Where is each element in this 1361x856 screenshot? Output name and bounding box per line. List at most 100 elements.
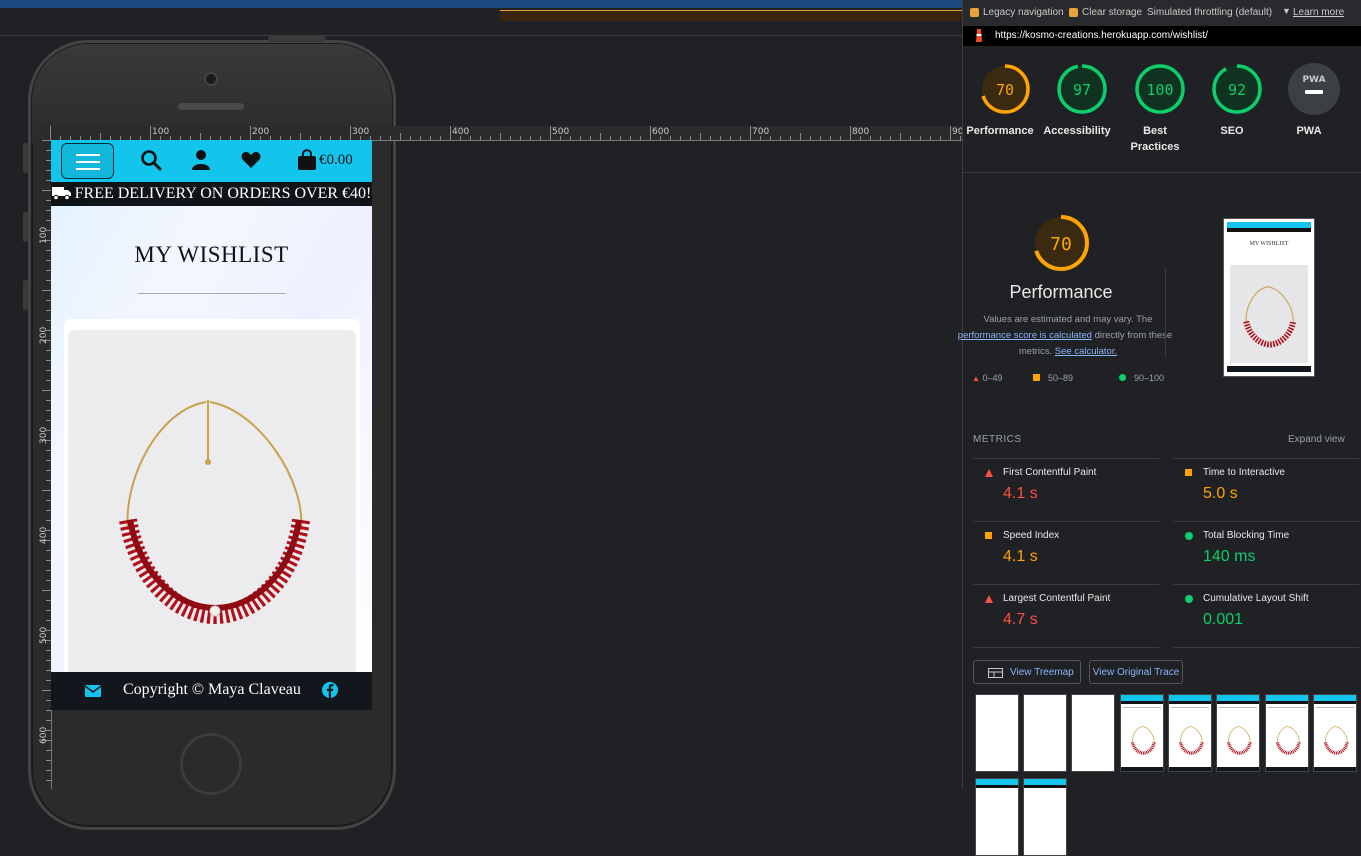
clear-storage-checkbox[interactable] (1069, 8, 1078, 17)
metric-label: Time to Interactive (1203, 467, 1285, 478)
ruler-label: 200 (252, 127, 270, 137)
see-calculator-link[interactable]: See calculator. (1055, 346, 1117, 357)
view-treemap-button[interactable]: View Treemap (973, 660, 1081, 684)
pass-icon (1185, 532, 1193, 540)
description-text: Values are estimated and may vary. The (983, 314, 1153, 325)
divider (0, 35, 962, 36)
metric-label: Cumulative Layout Shift (1203, 593, 1309, 604)
dropdown-icon[interactable]: ▼ (1282, 6, 1291, 16)
legend-label: 0–49 (982, 373, 1003, 383)
score-gauge-performance[interactable]: 70 Performance (964, 62, 1036, 139)
description-text: metrics. (1018, 346, 1053, 357)
performance-description: Values are estimated and may vary. The p… (958, 312, 1173, 360)
phone-power-button (268, 36, 326, 42)
ruler-label: 300 (39, 426, 49, 444)
score-gauge-accessibility[interactable]: 97 Accessibility (1041, 62, 1113, 139)
expand-view-toggle[interactable]: Expand view (1288, 434, 1345, 445)
score-gauge-seo[interactable]: 92 SEO (1196, 62, 1268, 139)
score-label: SEO (1220, 125, 1244, 137)
hamburger-line (76, 168, 100, 170)
score-value: 70 (995, 81, 1013, 99)
site-footer: Copyright © Maya Claveau (51, 672, 372, 710)
metric-cumulative-layout-shift: Cumulative Layout Shift 0.001 (1173, 585, 1359, 648)
facebook-icon[interactable] (322, 682, 338, 698)
metric-label: Speed Index (1003, 530, 1060, 541)
score-label: Accessibility (1043, 125, 1111, 137)
view-original-trace-button[interactable]: View Original Trace (1089, 660, 1183, 684)
metrics-header: METRICS (973, 434, 1022, 445)
score-label: Performance (966, 125, 1034, 137)
filmstrip-frame (1023, 778, 1067, 856)
legend-label: 50–89 (1048, 373, 1074, 383)
score-gauge-pwa[interactable]: PWA PWA (1273, 62, 1345, 139)
ruler-ticks (50, 126, 961, 140)
phone-camera (204, 72, 218, 86)
filmstrip-frame (1023, 694, 1067, 772)
ruler-vertical: 100 200 300 400 500 600 (38, 140, 52, 789)
emulated-page: €0.00 FREE DELIVERY ON ORDERS OVER €40! … (51, 140, 372, 710)
ruler-label: 200 (39, 326, 49, 344)
product-image[interactable] (68, 330, 356, 675)
metric-speed-index: Speed Index 4.1 s (973, 522, 1159, 585)
pass-icon (1185, 595, 1193, 603)
average-icon (985, 532, 992, 539)
filmstrip-frame (1120, 694, 1164, 772)
metric-largest-contentful-paint: Largest Contentful Paint 4.7 s (973, 585, 1159, 648)
title-divider (138, 293, 286, 294)
report-url-bar: https://kosmo-creations.herokuapp.com/wi… (963, 26, 1361, 46)
menu-toggle-button[interactable] (61, 143, 114, 179)
button-label: View Treemap (1010, 667, 1074, 678)
timeline-strip (500, 10, 962, 21)
svg-text:PWA: PWA (1302, 75, 1325, 85)
delivery-text: FREE DELIVERY ON ORDERS OVER €40! (74, 185, 372, 202)
learn-more-link[interactable]: Learn more (1293, 7, 1344, 18)
ruler-label: 500 (39, 626, 49, 644)
legend-average: 50–89 (1033, 373, 1073, 383)
score-ring: 92 (1211, 64, 1262, 114)
filmstrip-frame (1265, 694, 1309, 772)
filmstrip-frame (1313, 694, 1357, 772)
triangle-icon: ▲ (972, 374, 980, 383)
page-title: MY WISHLIST (134, 242, 289, 267)
filmstrip-frame (975, 778, 1019, 856)
cart-total[interactable]: €0.00 (319, 152, 353, 169)
metric-label: First Contentful Paint (1003, 467, 1097, 478)
phone-side-button (23, 212, 28, 242)
user-icon[interactable] (191, 149, 211, 171)
shopping-bag-icon[interactable] (297, 149, 317, 171)
hamburger-line (76, 154, 100, 156)
metric-label: Largest Contentful Paint (1003, 593, 1111, 604)
ruler-label: 400 (452, 127, 470, 137)
filmstrip-frame (1216, 694, 1260, 772)
ruler-label: 500 (552, 127, 570, 137)
score-gauge-best-practices[interactable]: 100 Best Practices (1119, 62, 1191, 155)
delivery-banner: FREE DELIVERY ON ORDERS OVER €40! (51, 182, 372, 206)
final-screenshot[interactable]: MY WISHLIST (1223, 218, 1315, 377)
heart-icon[interactable] (241, 151, 261, 169)
search-icon[interactable] (140, 149, 162, 171)
phone-side-button (23, 143, 28, 173)
fail-icon (985, 595, 993, 603)
score-ring: 97 (1056, 64, 1107, 114)
metric-label: Total Blocking Time (1203, 530, 1290, 541)
site-navbar: €0.00 (51, 140, 372, 182)
envelope-icon[interactable] (85, 685, 101, 697)
legacy-navigation-checkbox[interactable] (970, 8, 979, 17)
fail-icon (985, 469, 993, 477)
necklace-image (119, 400, 310, 625)
footer-copyright: Copyright © Maya Claveau (123, 681, 301, 698)
ruler-label: 100 (152, 127, 170, 137)
ruler-label: 800 (852, 127, 870, 137)
legend-label: 90–100 (1134, 373, 1165, 383)
lighthouse-icon (976, 29, 982, 42)
metric-value: 5.0 s (1203, 485, 1238, 502)
metric-first-contentful-paint: First Contentful Paint 4.1 s (973, 459, 1159, 522)
hamburger-line (76, 161, 100, 163)
score-calculated-link[interactable]: performance score is calculated (958, 330, 1092, 341)
average-icon (1185, 469, 1192, 476)
circle-icon (1119, 374, 1126, 381)
ruler-label: 100 (39, 226, 49, 244)
metric-total-blocking-time: Total Blocking Time 140 ms (1173, 522, 1359, 585)
performance-score: 70 (1050, 234, 1072, 255)
report-url[interactable]: https://kosmo-creations.herokuapp.com/wi… (995, 30, 1208, 41)
